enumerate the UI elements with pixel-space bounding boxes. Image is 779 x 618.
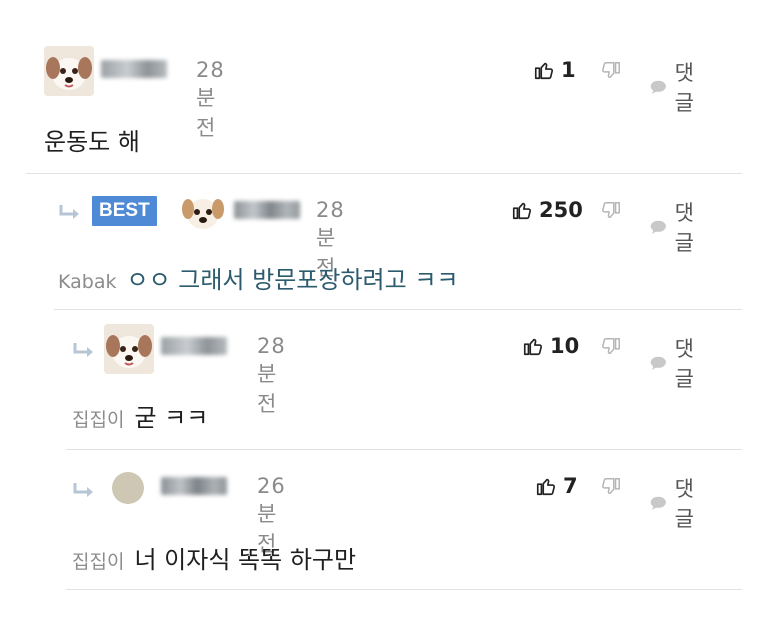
reply-label: 댓글 [674, 337, 694, 391]
comment-time: 28 분 전 [196, 58, 225, 140]
speech-bubble-icon [650, 356, 666, 370]
thumbs-down-icon [602, 338, 620, 355]
comment-text-row: 집집이 굳 ㅋㅋ [72, 398, 208, 433]
reply-arrow-icon [59, 205, 79, 219]
thumbs-up-icon [512, 202, 532, 220]
reply-button[interactable]: 댓글 [650, 333, 701, 393]
username-blurred[interactable] [161, 337, 227, 355]
comment-text-row: Kabak ㅇㅇ 그래서 방문포장하려고 ㅋㅋ [58, 260, 459, 295]
thumbs-up-icon [534, 62, 554, 80]
avatar[interactable] [44, 46, 94, 96]
speech-bubble-icon [650, 220, 666, 234]
username-blurred[interactable] [234, 201, 300, 219]
speech-bubble-icon [650, 496, 666, 510]
thumbs-down-icon [602, 478, 620, 495]
username-blurred[interactable] [101, 60, 167, 78]
thumbs-up-icon [536, 478, 556, 496]
reply-button[interactable]: 댓글 [650, 473, 701, 533]
comment-text: 굳 ㅋㅋ [134, 404, 209, 432]
thumbs-down-icon [602, 62, 620, 79]
dislike-button[interactable] [600, 336, 622, 362]
avatar[interactable] [180, 192, 226, 232]
mention-username[interactable]: Kabak [58, 271, 116, 293]
reply-arrow-icon [73, 343, 93, 357]
like-count: 250 [539, 198, 583, 222]
comment-text: 운동도 해 [44, 128, 140, 156]
dislike-button[interactable] [600, 476, 622, 502]
best-badge: BEST [92, 196, 157, 226]
like-button[interactable]: 7 [535, 474, 578, 498]
like-button[interactable]: 10 [522, 334, 579, 358]
reply-label: 댓글 [674, 201, 694, 255]
like-button[interactable]: 1 [533, 58, 576, 82]
reply-button[interactable]: 댓글 [650, 57, 701, 117]
comment-text: 너 이자식 똑똑 하구만 [134, 546, 357, 574]
divider [54, 309, 742, 310]
comment-text: ㅇㅇ 그래서 방문포장하려고 ㅋㅋ [126, 266, 459, 294]
divider [66, 449, 742, 450]
reply-arrow-icon [73, 483, 93, 497]
thumbs-up-icon [523, 338, 543, 356]
divider [26, 173, 742, 174]
reply-button[interactable]: 댓글 [650, 197, 701, 257]
like-button[interactable]: 250 [511, 198, 583, 222]
reply-label: 댓글 [674, 477, 694, 531]
avatar[interactable] [104, 324, 154, 374]
like-count: 1 [561, 58, 576, 82]
dog-avatar-icon [180, 192, 226, 232]
dislike-button[interactable] [600, 60, 622, 86]
speech-bubble-icon [650, 80, 666, 94]
dog-avatar-icon [44, 46, 94, 96]
dog-avatar-icon [104, 324, 154, 374]
dislike-button[interactable] [600, 200, 622, 226]
comment-time: 28 분 전 [257, 334, 286, 416]
mention-username[interactable]: 집집이 [72, 409, 124, 431]
mention-username[interactable]: 집집이 [72, 551, 124, 573]
reply-label: 댓글 [674, 61, 694, 115]
comment-text-row: 집집이 너 이자식 똑똑 하구만 [72, 540, 356, 575]
avatar[interactable] [112, 472, 144, 504]
username-blurred[interactable] [161, 477, 227, 495]
divider [66, 589, 742, 590]
thumbs-down-icon [602, 202, 620, 219]
like-count: 10 [550, 334, 580, 358]
like-count: 7 [563, 474, 578, 498]
